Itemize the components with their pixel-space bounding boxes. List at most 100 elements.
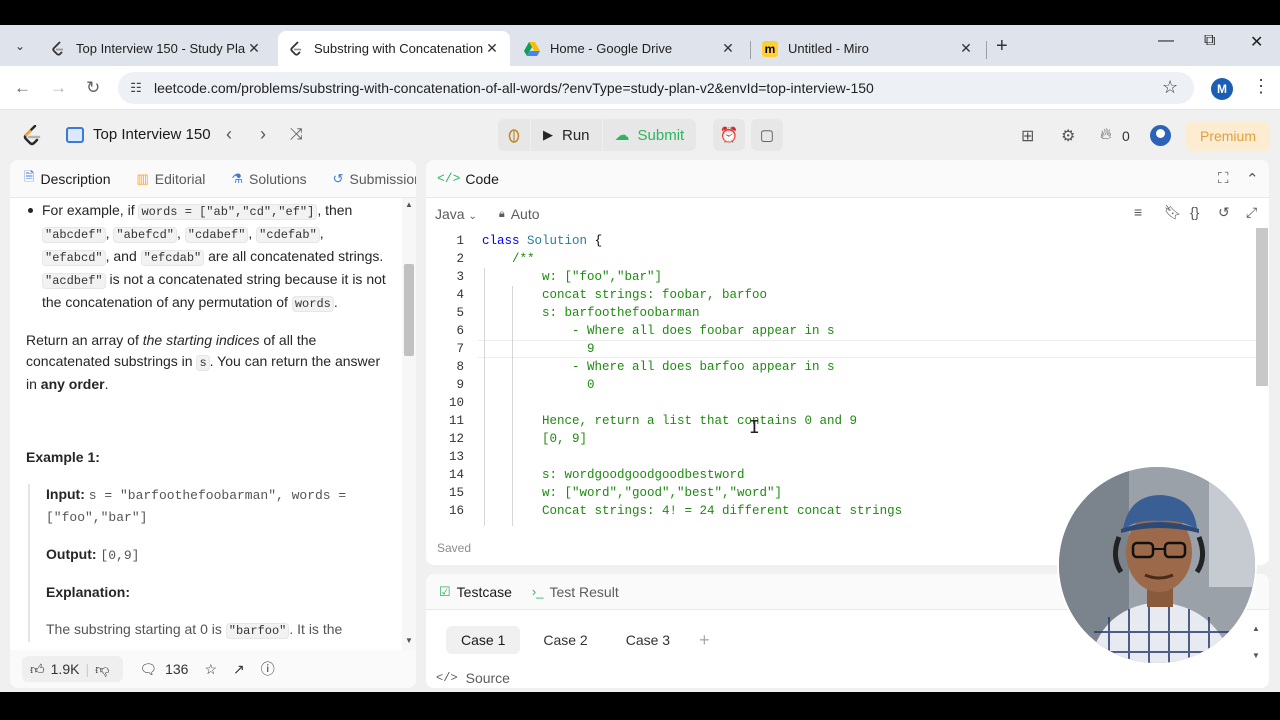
code-line: class Solution { <box>482 234 603 248</box>
scroll-thumb[interactable] <box>404 264 414 356</box>
code-line: Hence, return a list that contains 0 and… <box>482 414 858 428</box>
prev-problem-chevron-icon[interactable]: ‹ <box>226 124 232 145</box>
site-settings-icon[interactable]: ☷ <box>118 80 154 96</box>
user-avatar[interactable] <box>1150 125 1171 146</box>
premium-button[interactable]: Premium <box>1186 121 1270 151</box>
close-icon[interactable]: ✕ <box>958 40 974 57</box>
code-title: Code <box>465 170 499 187</box>
minimize-icon[interactable]: — <box>1158 32 1174 50</box>
collapse-chevron-icon[interactable]: ⌃ <box>1246 170 1259 188</box>
return-paragraph: Return an array of the starting indices … <box>26 332 381 392</box>
auto-mode-label[interactable]: Auto <box>511 206 540 222</box>
thumbs-down-icon[interactable]: 👎︎ <box>95 661 109 678</box>
run-submit-toolbar: ▶ Run ☁ Submit <box>498 119 697 151</box>
tab-testcase[interactable]: ☑ Testcase <box>439 584 512 600</box>
streak-flame-icon[interactable]: 🔥︎ <box>1100 126 1112 144</box>
leetcode-logo-icon[interactable] <box>22 125 42 147</box>
fullscreen-icon[interactable]: ⛶ <box>1218 170 1229 187</box>
browser-tab-strip: ⌄ Top Interview 150 - Study Plan ✕ Subst… <box>0 25 1280 66</box>
back-arrow-icon[interactable]: ← <box>14 78 31 98</box>
help-icon[interactable]: ⓘ <box>261 659 275 679</box>
example-title: Example 1: <box>26 449 100 465</box>
tab-test-result[interactable]: ›_ Test Result <box>532 584 619 600</box>
reset-undo-icon[interactable]: ↺ <box>1218 204 1230 221</box>
testcase-scrollbar[interactable]: ▲ ▼ <box>1252 624 1260 660</box>
bookmark-star-icon[interactable]: ☆ <box>1162 77 1178 98</box>
close-icon[interactable]: ✕ <box>484 40 500 57</box>
address-bar-row: ← → ↻ ☷ leetcode.com/problems/substring-… <box>0 66 1280 110</box>
add-case-plus-icon[interactable]: + <box>699 630 710 651</box>
share-icon[interactable]: ↗ <box>233 661 245 678</box>
thumbs-up-icon[interactable]: 👍︎ <box>30 661 45 678</box>
close-icon[interactable]: ✕ <box>246 40 262 57</box>
forward-arrow-icon[interactable]: → <box>50 78 67 98</box>
scroll-up-icon[interactable]: ▲ <box>405 200 413 209</box>
tab-editorial[interactable]: ▥ Editorial <box>136 171 205 187</box>
leetcode-icon <box>288 40 304 57</box>
gear-icon[interactable]: ⚙ <box>1061 126 1075 146</box>
flask-icon: ⚗ <box>231 170 244 186</box>
debug-bug-icon[interactable] <box>498 119 530 151</box>
example-block: Input: s = "barfoothefoobarman", words =… <box>28 484 388 642</box>
browser-tab-problem[interactable]: Substring with Concatenation of All Word… <box>278 31 510 66</box>
alarm-clock-icon[interactable]: ⏰ <box>713 119 745 151</box>
window-close-icon[interactable]: ✕ <box>1250 32 1263 52</box>
braces-icon[interactable]: {} <box>1190 204 1199 220</box>
close-icon[interactable]: ✕ <box>720 40 736 57</box>
line-number: 2 <box>456 252 464 266</box>
line-number: 16 <box>448 504 464 518</box>
notes-icon[interactable]: ▢ <box>751 119 783 151</box>
restore-icon[interactable]: ⧉ <box>1204 32 1215 50</box>
format-lines-icon[interactable]: ≡ <box>1134 204 1142 220</box>
line-number: 12 <box>448 432 464 446</box>
comments-button[interactable]: 🗨︎ 136 <box>139 661 188 678</box>
code-line: s: barfoothefoobarman <box>482 306 700 320</box>
new-tab-plus-icon[interactable]: + <box>996 35 1008 58</box>
tab-solutions[interactable]: ⚗ Solutions <box>231 171 306 187</box>
omnibox[interactable]: ☷ leetcode.com/problems/substring-with-c… <box>118 72 1194 104</box>
expand-icon[interactable]: ⤢ <box>1246 204 1257 221</box>
study-plan-icon <box>66 126 84 143</box>
line-number: 7 <box>456 342 464 356</box>
line-number: 14 <box>448 468 464 482</box>
current-line-highlight <box>478 340 1258 358</box>
run-button[interactable]: ▶ Run <box>531 119 602 151</box>
study-plan-title: Top Interview 150 <box>93 126 211 143</box>
browser-tab-miro[interactable]: m Untitled - Miro ✕ <box>752 31 984 66</box>
bookmark-icon[interactable]: 🔖︎ <box>1164 204 1182 221</box>
source-toggle[interactable]: </> Source <box>436 670 510 686</box>
comment-icon: 🗨︎ <box>139 660 158 677</box>
layout-grid-icon[interactable]: ⊞ <box>1021 126 1034 146</box>
shuffle-icon[interactable]: ⤨ <box>290 126 303 144</box>
url-text[interactable]: leetcode.com/problems/substring-with-con… <box>154 80 874 96</box>
tab-submissions[interactable]: ↺ Submissions <box>333 171 416 187</box>
tab-description[interactable]: 🗎︎ Description <box>24 168 110 190</box>
study-plan-link[interactable]: Top Interview 150 <box>66 126 211 143</box>
browser-menu-icon[interactable]: ⋮ <box>1252 76 1270 97</box>
code-icon: </> <box>436 671 458 685</box>
next-problem-chevron-icon[interactable]: › <box>260 124 266 145</box>
submit-button[interactable]: ☁ Submit <box>603 119 697 151</box>
description-panel: 🗎︎ Description ▥ Editorial ⚗ Solutions ↺… <box>10 160 416 688</box>
profile-avatar[interactable]: M <box>1211 78 1233 100</box>
case-3-tab[interactable]: Case 3 <box>611 626 685 654</box>
editor-scrollbar[interactable] <box>1256 228 1268 388</box>
description-footer: 👍︎ 1.9K | 👎︎ 🗨︎ 136 ☆ ↗ ⓘ <box>10 650 416 688</box>
case-2-tab[interactable]: Case 2 <box>528 626 602 654</box>
code-line: /** <box>482 252 535 266</box>
reload-icon[interactable]: ↻ <box>86 78 100 98</box>
line-number: 10 <box>448 396 464 410</box>
case-1-tab[interactable]: Case 1 <box>446 626 521 654</box>
browser-tab-study-plan[interactable]: Top Interview 150 - Study Plan ✕ <box>40 31 272 66</box>
tab-search-chevron-icon[interactable]: ⌄ <box>8 34 32 58</box>
favorite-star-icon[interactable]: ☆ <box>204 661 217 678</box>
code-line: w: ["foo","bar"] <box>482 270 663 284</box>
browser-tab-drive[interactable]: Home - Google Drive ✕ <box>514 31 746 66</box>
language-select[interactable]: Java ⌄ <box>435 206 477 222</box>
code-line: 9 <box>482 342 595 356</box>
code-line: w: ["word","good","best","word"] <box>482 486 783 500</box>
scroll-down-icon[interactable]: ▼ <box>405 636 413 645</box>
code-line: - Where all does foobar appear in s <box>482 324 835 338</box>
code-panel-header: </> Code <box>426 160 1269 198</box>
description-scrollbar[interactable]: ▲ ▼ <box>402 198 416 650</box>
